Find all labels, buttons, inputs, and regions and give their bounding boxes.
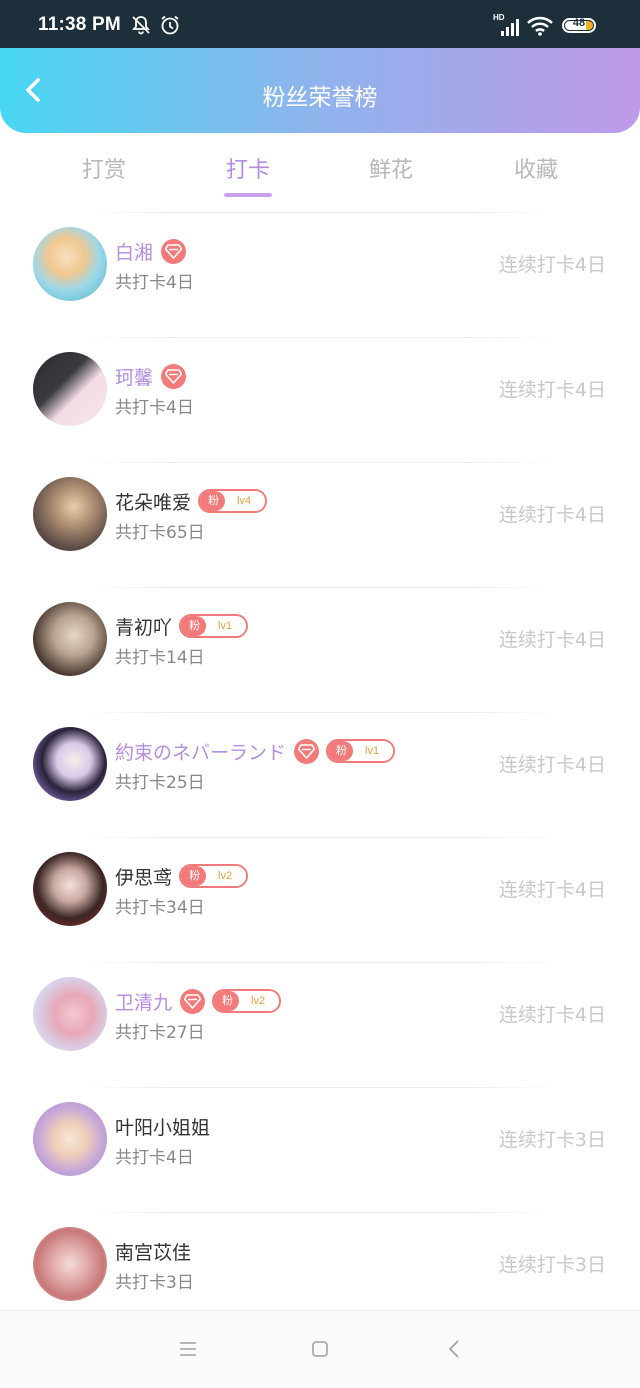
fan-badge-label: 粉: [181, 866, 207, 886]
home-button[interactable]: [308, 1337, 332, 1361]
tab-flowers[interactable]: 鲜花: [341, 152, 441, 184]
fan-level: lv2: [206, 866, 247, 886]
streak-days: 连续打卡4日: [498, 254, 606, 276]
diamond-badge-icon: [294, 738, 320, 764]
streak-days: 连续打卡4日: [498, 504, 606, 526]
streak-days: 连续打卡4日: [498, 1004, 606, 1026]
menu-button[interactable]: [176, 1337, 200, 1361]
alarm-icon: [159, 14, 181, 40]
divider: [80, 1087, 560, 1088]
divider: [80, 962, 560, 963]
battery-level: 48: [572, 17, 586, 29]
page-title: 粉丝荣誉榜: [262, 85, 378, 111]
wifi-icon: [527, 16, 553, 40]
system-nav-bar: [0, 1310, 640, 1388]
user-name[interactable]: 伊思鸢: [115, 863, 172, 890]
list-item[interactable]: 青初吖 粉 lv1 共打卡14日 连续打卡4日: [0, 587, 640, 712]
divider: [80, 1212, 560, 1213]
app-header: 粉丝荣誉榜: [0, 48, 640, 133]
fan-level: lv2: [239, 991, 280, 1011]
streak-days: 连续打卡4日: [498, 754, 606, 776]
user-name[interactable]: 花朵唯爱: [115, 488, 191, 515]
battery-icon: 48: [562, 17, 596, 33]
divider: [80, 587, 560, 588]
system-back-button[interactable]: [443, 1337, 467, 1361]
fan-level-badge: 粉 lv2: [179, 864, 249, 888]
list-item[interactable]: 約束のネバーランド 粉 lv1 共打卡25日 连续打卡4日: [0, 712, 640, 837]
divider: [80, 337, 560, 338]
diamond-badge-icon: [161, 238, 187, 264]
tab-favorites[interactable]: 收藏: [486, 152, 586, 184]
total-checkins: 共打卡14日: [115, 648, 205, 668]
tab-checkin[interactable]: 打卡: [198, 152, 298, 184]
avatar[interactable]: [33, 852, 107, 926]
total-checkins: 共打卡27日: [115, 1023, 205, 1043]
diamond-badge-icon: [180, 988, 206, 1014]
avatar[interactable]: [33, 1227, 107, 1301]
user-name[interactable]: 青初吖: [115, 613, 172, 640]
total-checkins: 共打卡25日: [115, 773, 205, 793]
fan-level-badge: 粉 lv4: [198, 489, 268, 513]
hd-label: HD: [493, 13, 505, 22]
streak-days: 连续打卡4日: [498, 879, 606, 901]
list-item[interactable]: 白湘 共打卡4日 连续打卡4日: [0, 212, 640, 337]
user-name[interactable]: 叶阳小姐姐: [115, 1113, 210, 1140]
menu-icon: [180, 1342, 196, 1356]
avatar[interactable]: [33, 477, 107, 551]
fan-badge-label: 粉: [181, 616, 207, 636]
fan-level: lv1: [206, 616, 247, 636]
total-checkins: 共打卡4日: [115, 273, 194, 293]
total-checkins: 共打卡34日: [115, 898, 205, 918]
home-square-icon: [312, 1341, 328, 1357]
status-bar: 11:38 PM HD 48: [0, 0, 640, 48]
fan-level-badge: 粉 lv1: [179, 614, 249, 638]
fan-badge-label: 粉: [214, 991, 240, 1011]
avatar[interactable]: [33, 352, 107, 426]
fan-badge-label: 粉: [328, 741, 354, 761]
signal-hd-icon: HD: [493, 13, 519, 42]
avatar[interactable]: [33, 727, 107, 801]
streak-days: 连续打卡4日: [498, 629, 606, 651]
streak-days: 连续打卡3日: [498, 1254, 606, 1276]
avatar[interactable]: [33, 602, 107, 676]
divider: [80, 212, 560, 213]
total-checkins: 共打卡65日: [115, 523, 205, 543]
user-name[interactable]: 約束のネバーランド: [115, 738, 286, 765]
list-item[interactable]: 珂馨 共打卡4日 连续打卡4日: [0, 337, 640, 462]
fan-level: lv4: [225, 491, 266, 511]
divider: [80, 837, 560, 838]
total-checkins: 共打卡4日: [115, 398, 194, 418]
fan-level-badge: 粉 lv2: [212, 989, 282, 1013]
mute-bell-icon: [130, 14, 152, 40]
user-name[interactable]: 南宫苡佳: [115, 1238, 191, 1265]
total-checkins: 共打卡3日: [115, 1273, 194, 1293]
avatar[interactable]: [33, 977, 107, 1051]
avatar[interactable]: [33, 1102, 107, 1176]
list-item[interactable]: 花朵唯爱 粉 lv4 共打卡65日 连续打卡4日: [0, 462, 640, 587]
tab-bar: 打赏 打卡 鲜花 收藏: [0, 148, 640, 204]
status-time: 11:38 PM: [38, 14, 121, 35]
fan-level-badge: 粉 lv1: [326, 739, 396, 763]
fan-badge-label: 粉: [200, 491, 226, 511]
divider: [80, 462, 560, 463]
user-name[interactable]: 白湘: [115, 238, 153, 265]
fan-ranking-list: 白湘 共打卡4日 连续打卡4日 珂馨 共打卡4日 连续打卡4日 花朵唯爱 粉 lv…: [0, 212, 640, 1337]
streak-days: 连续打卡3日: [498, 1129, 606, 1151]
list-item[interactable]: 卫清九 粉 lv2 共打卡27日 连续打卡4日: [0, 962, 640, 1087]
list-item[interactable]: 伊思鸢 粉 lv2 共打卡34日 连续打卡4日: [0, 837, 640, 962]
back-triangle-icon: [448, 1340, 459, 1358]
user-name[interactable]: 卫清九: [115, 988, 172, 1015]
user-name[interactable]: 珂馨: [115, 363, 153, 390]
fan-level: lv1: [353, 741, 394, 761]
list-item[interactable]: 叶阳小姐姐 共打卡4日 连续打卡3日: [0, 1087, 640, 1212]
streak-days: 连续打卡4日: [498, 379, 606, 401]
total-checkins: 共打卡4日: [115, 1148, 194, 1168]
tab-tips[interactable]: 打赏: [54, 152, 154, 184]
divider: [80, 712, 560, 713]
active-tab-indicator: [224, 193, 272, 197]
avatar[interactable]: [33, 227, 107, 301]
diamond-badge-icon: [161, 363, 187, 389]
